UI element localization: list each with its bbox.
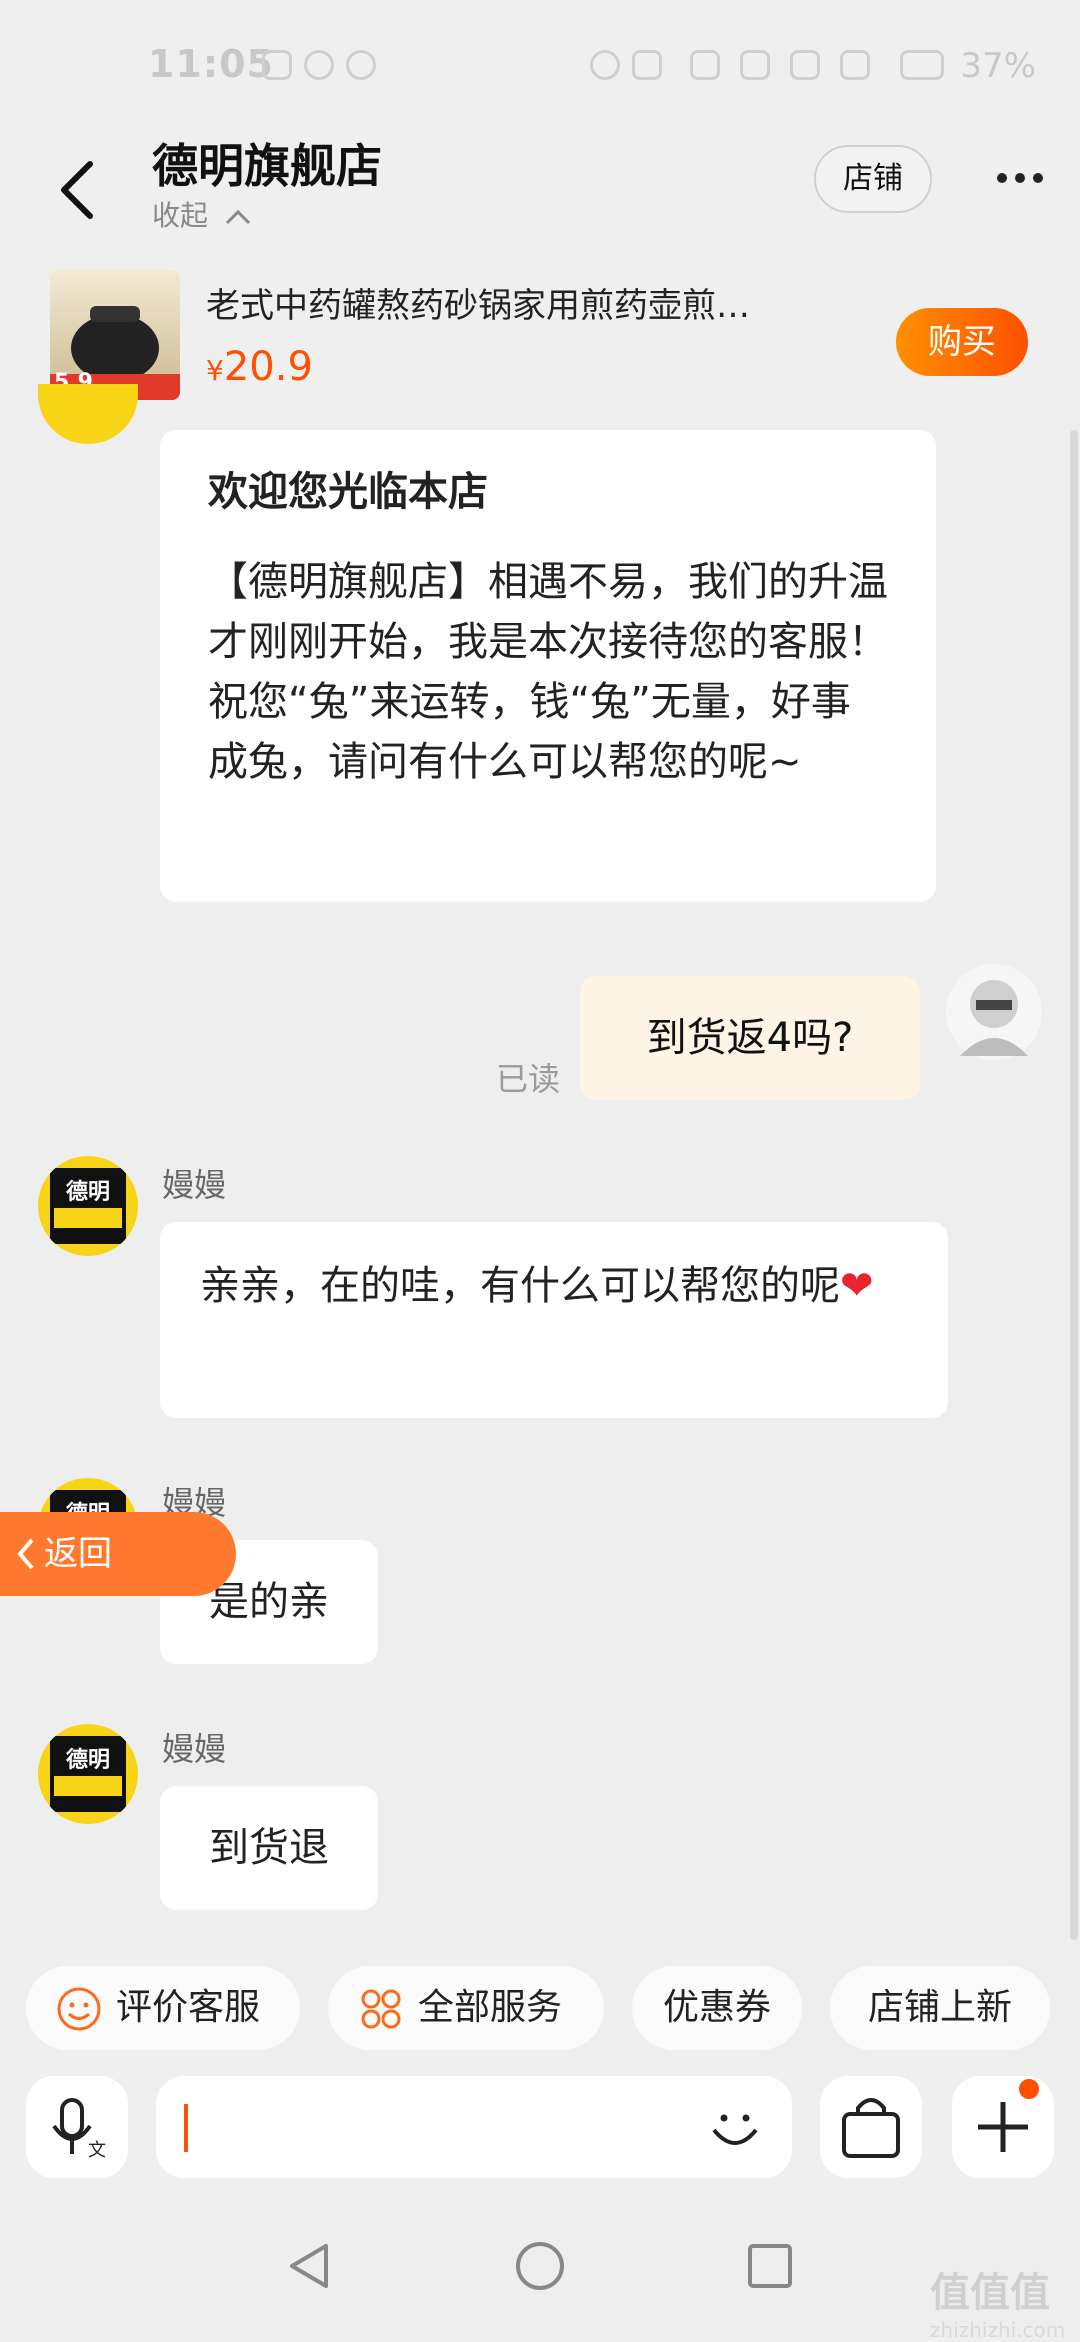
- signal-4g-icon: [840, 50, 870, 80]
- price-currency: ¥: [206, 354, 224, 387]
- product-name: 老式中药罐熬药砂锅家用煎药壶煎…: [206, 286, 750, 326]
- chip-label: 评价客服: [116, 1987, 261, 2028]
- nav-back-icon[interactable]: [282, 2238, 338, 2294]
- price-value: 20.9: [223, 344, 313, 390]
- text-cursor: [184, 2104, 188, 2152]
- message-input[interactable]: [156, 2076, 792, 2178]
- qq-icon: [304, 50, 334, 80]
- shop-button[interactable]: 店铺: [814, 145, 932, 213]
- agent-message-bubble: 亲亲，在的哇，有什么可以帮您的呢❤: [160, 1222, 948, 1418]
- welcome-bubble: 欢迎您光临本店 【德明旗舰店】相遇不易，我们的升温才刚刚开始，我是本次接待您的客…: [160, 430, 936, 902]
- nav-recents-icon[interactable]: [742, 2238, 798, 2294]
- agent-avatar[interactable]: 德明: [38, 1156, 138, 1256]
- mute-icon: [690, 50, 720, 80]
- agent-name: 嫚嫚: [162, 1166, 227, 1204]
- notification-dot: [1016, 2076, 1042, 2102]
- welcome-body: 【德明旗舰店】相遇不易，我们的升温才刚刚开始，我是本次接待您的客服！祝您“兔”来…: [208, 559, 888, 785]
- emoji-icon[interactable]: [702, 2094, 768, 2160]
- product-bar[interactable]: 5.9 老式中药罐熬药砂锅家用煎药壶煎… ¥20.9 购买: [0, 260, 1080, 400]
- system-nav-bar: 值值值 zhizhizhi.com: [0, 2210, 1080, 2342]
- agent-avatar-partial: [38, 384, 138, 444]
- chevron-left-icon: [17, 1538, 34, 1570]
- bluetooth-icon: [632, 50, 662, 80]
- nav-home-icon[interactable]: [512, 2238, 568, 2294]
- shop-title: 德明旗舰店: [152, 139, 382, 193]
- collapse-label: 收起: [152, 199, 209, 232]
- signal-icon: [790, 50, 820, 80]
- smiley-icon: [57, 1987, 101, 2031]
- status-bar: 11:05 37%: [0, 0, 1080, 130]
- watermark-main: 值值值: [930, 2270, 1050, 2316]
- agent-message-bubble: 到货退: [160, 1786, 378, 1910]
- product-thumbnail[interactable]: 5.9: [50, 270, 180, 400]
- chevron-up-icon: [225, 209, 250, 225]
- back-arrow-icon[interactable]: [50, 150, 110, 230]
- watermark: 值值值 zhizhizhi.com: [930, 2260, 1065, 2342]
- shopping-bag-icon: [842, 2098, 900, 2158]
- svg-text:文: 文: [88, 2140, 106, 2161]
- more-actions-button[interactable]: [952, 2076, 1054, 2178]
- heart-icon: ❤: [840, 1263, 874, 1309]
- more-icon[interactable]: [990, 148, 1050, 208]
- battery-level: 37%: [960, 46, 1036, 86]
- chat-scrollbar[interactable]: [1070, 430, 1078, 1940]
- wechat-icon: [262, 50, 292, 80]
- battery-icon: [900, 50, 944, 80]
- avatar-text: 德明: [65, 1180, 110, 1205]
- new-arrivals-chip[interactable]: 店铺上新: [830, 1966, 1050, 2050]
- read-status: 已读: [496, 1060, 561, 1098]
- microphone-icon: 文: [52, 2098, 106, 2161]
- back-tab-label: 返回: [44, 1534, 112, 1574]
- location-icon: [346, 50, 376, 80]
- all-services-chip[interactable]: 全部服务: [328, 1966, 604, 2050]
- agent-name: 嫚嫚: [162, 1730, 227, 1768]
- rate-service-chip[interactable]: 评价客服: [26, 1966, 300, 2050]
- product-bag-button[interactable]: [820, 2076, 922, 2178]
- avatar-text: 德明: [65, 1748, 110, 1773]
- user-message-bubble: 到货返4吗?: [580, 976, 920, 1100]
- chat-header: 德明旗舰店 收起 店铺: [0, 130, 1080, 260]
- alarm-icon: [590, 50, 620, 80]
- voice-input-button[interactable]: 文: [26, 2076, 128, 2178]
- agent-avatar[interactable]: 德明: [38, 1724, 138, 1824]
- watermark-sub: zhizhizhi.com: [930, 2318, 1066, 2342]
- floating-back-button[interactable]: 返回: [0, 1512, 236, 1596]
- product-price: ¥20.9: [206, 344, 313, 390]
- grid-icon: [361, 1989, 401, 2029]
- welcome-title: 欢迎您光临本店: [208, 469, 488, 515]
- input-bar: 文: [0, 2066, 1080, 2196]
- user-avatar[interactable]: [946, 964, 1042, 1060]
- status-time: 11:05: [148, 42, 274, 86]
- chip-label: 全部服务: [418, 1987, 563, 2028]
- agent-message-text: 亲亲，在的哇，有什么可以帮您的呢: [200, 1263, 840, 1309]
- wifi-icon: [740, 50, 770, 80]
- collapse-toggle[interactable]: 收起: [152, 194, 253, 234]
- buy-button[interactable]: 购买: [896, 308, 1028, 376]
- coupon-chip[interactable]: 优惠券: [632, 1966, 802, 2050]
